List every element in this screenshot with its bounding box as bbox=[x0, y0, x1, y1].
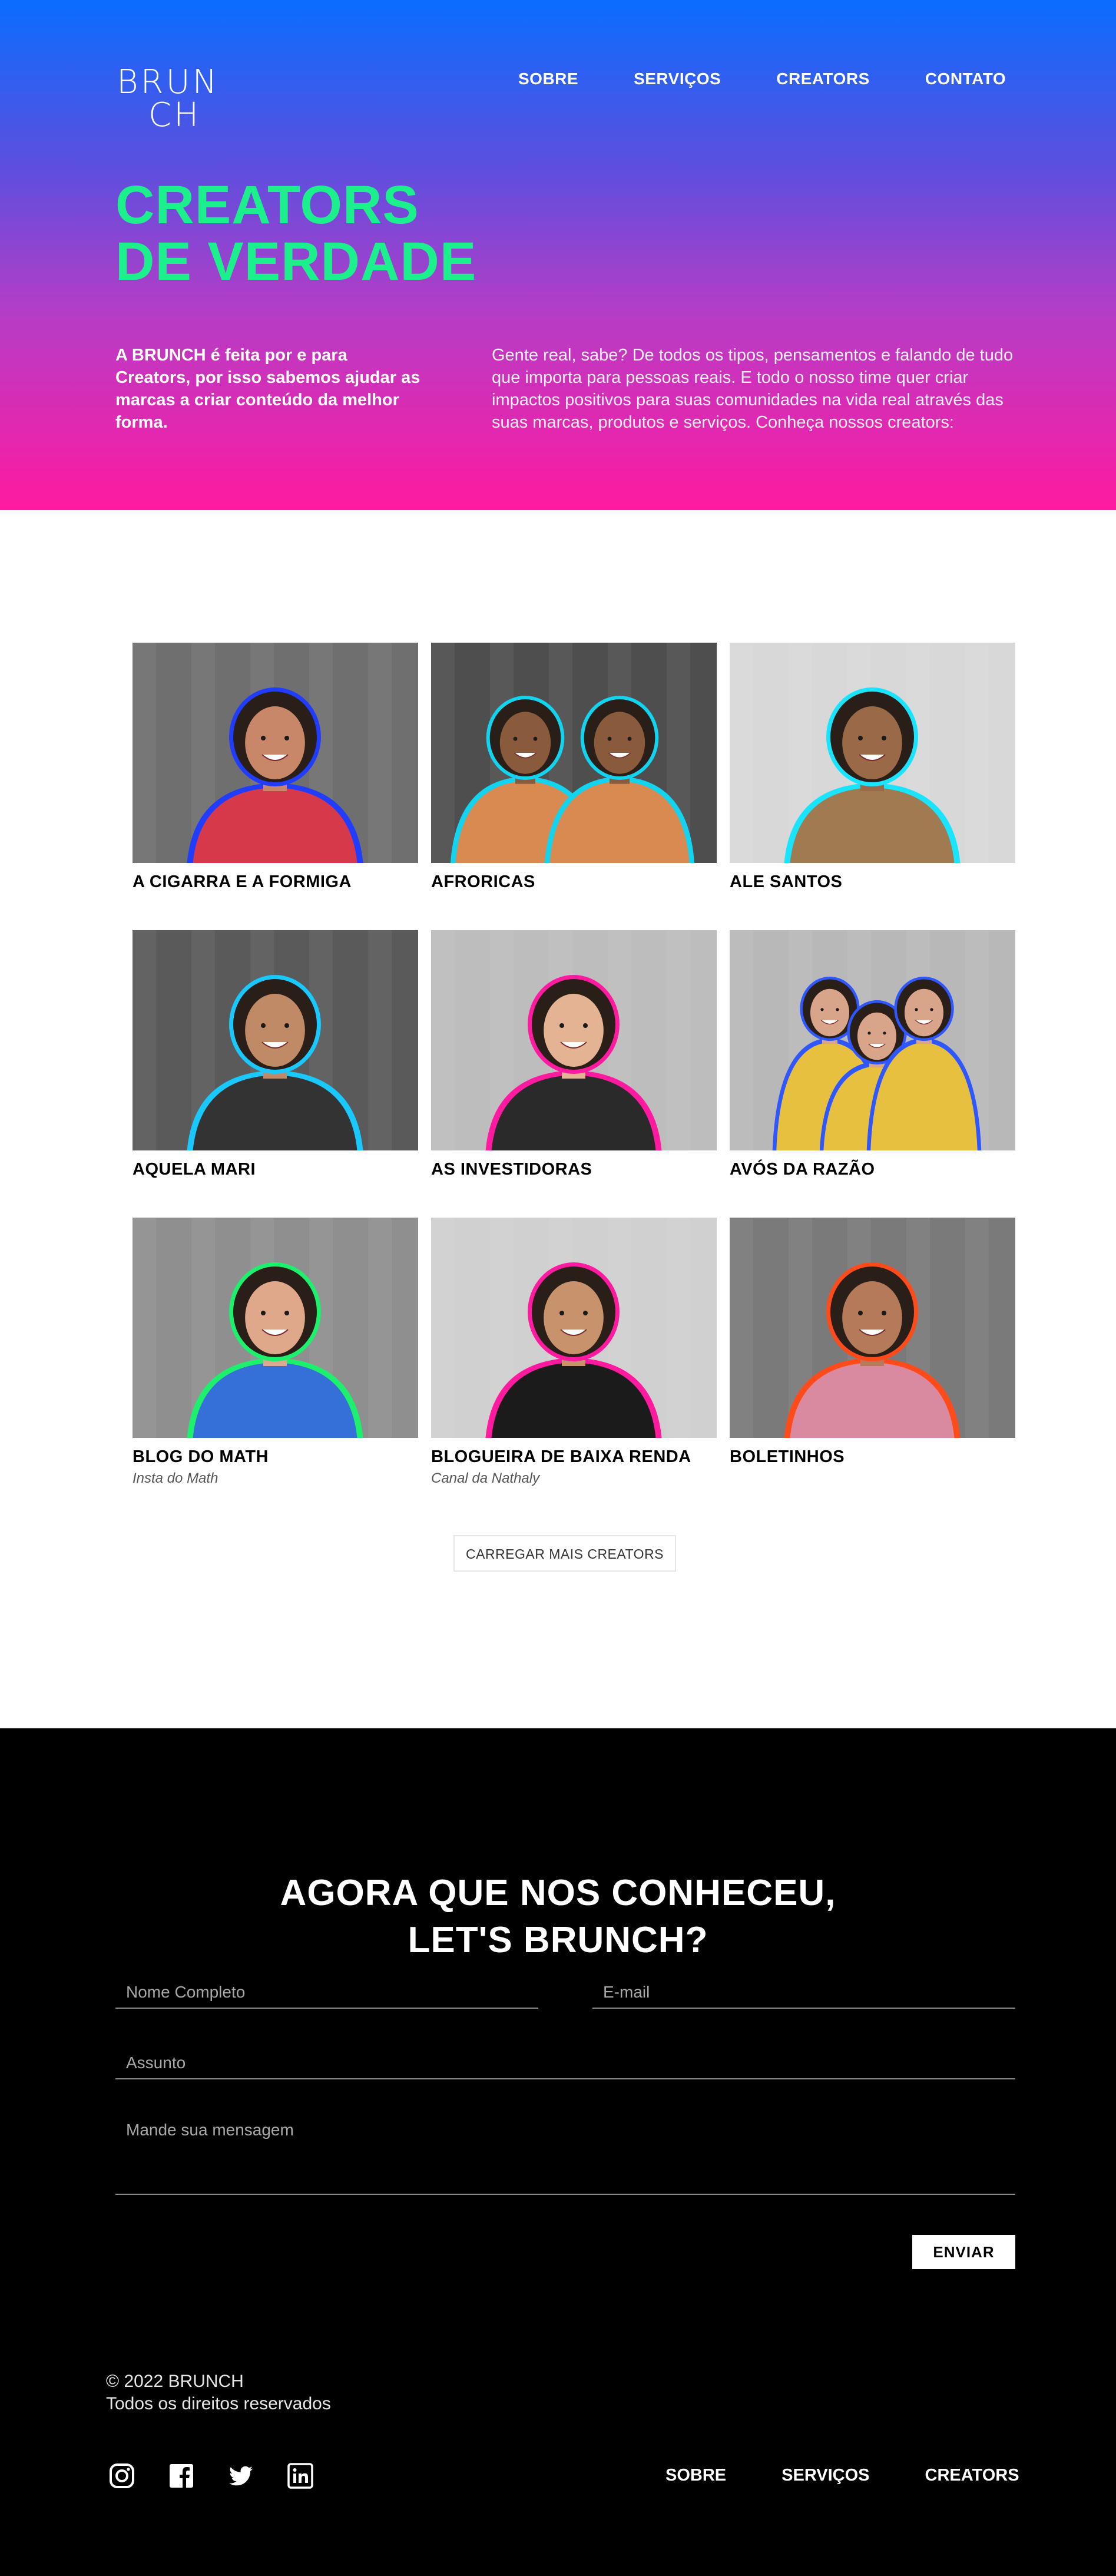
nav-link-creators[interactable]: CREATORS bbox=[776, 70, 870, 88]
nav-link-servicos[interactable]: SERVIÇOS bbox=[634, 70, 721, 88]
creator-card[interactable]: ALE SANTOS bbox=[730, 643, 1015, 930]
creator-photo[interactable] bbox=[133, 643, 418, 863]
footer-link-sobre[interactable]: SOBRE bbox=[665, 2466, 726, 2485]
creator-photo-illustration bbox=[730, 643, 1015, 863]
creator-subtitle: Insta do Math bbox=[133, 1470, 218, 1486]
logo-line-1: BRUN bbox=[117, 63, 220, 101]
creator-card[interactable]: BLOG DO MATH Insta do Math bbox=[133, 1218, 418, 1505]
creator-photo-illustration bbox=[431, 643, 717, 863]
creator-name[interactable]: AFRORICAS bbox=[431, 872, 717, 892]
page: BRUN CH SOBRE SERVIÇOS CREATORS CONTATO … bbox=[0, 0, 1116, 2576]
creator-card[interactable]: AQUELA MARI bbox=[133, 930, 418, 1218]
hero-section: BRUN CH SOBRE SERVIÇOS CREATORS CONTATO … bbox=[0, 0, 1116, 510]
creator-name[interactable]: A CIGARRA E A FORMIGA bbox=[133, 872, 418, 892]
creator-card[interactable]: AS INVESTIDORAS bbox=[431, 930, 717, 1218]
message-field[interactable] bbox=[115, 2121, 1015, 2195]
creator-photo[interactable] bbox=[133, 1218, 418, 1438]
creator-card[interactable]: BLOGUEIRA DE BAIXA RENDA Canal da Nathal… bbox=[431, 1218, 717, 1505]
creator-card[interactable]: BOLETINHOS bbox=[730, 1218, 1015, 1505]
creator-photo[interactable] bbox=[431, 643, 717, 863]
contact-title-line-2: LET'S BRUNCH? bbox=[408, 1920, 708, 1960]
footer-navigation: SOBRE SERVIÇOS CREATORS bbox=[665, 2466, 1019, 2485]
footer-link-servicos[interactable]: SERVIÇOS bbox=[781, 2466, 869, 2485]
name-field[interactable] bbox=[115, 1982, 538, 2009]
facebook-icon[interactable] bbox=[168, 2462, 195, 2489]
creator-photo-illustration bbox=[431, 930, 717, 1150]
creator-subtitle: Canal da Nathaly bbox=[431, 1470, 540, 1486]
hero-intro-text: A BRUNCH é feita por e para Creators, po… bbox=[115, 346, 420, 432]
top-navigation: SOBRE SERVIÇOS CREATORS CONTATO bbox=[518, 70, 1006, 88]
creator-photo[interactable] bbox=[730, 643, 1015, 863]
creator-photo-illustration bbox=[133, 643, 418, 863]
logo-line-2: CH bbox=[148, 96, 201, 134]
subject-field[interactable] bbox=[115, 2052, 1015, 2079]
instagram-icon[interactable] bbox=[108, 2462, 135, 2489]
creator-photo[interactable] bbox=[431, 930, 717, 1150]
contact-title: AGORA QUE NOS CONHECEU, LET'S BRUNCH? bbox=[0, 1870, 1116, 1964]
email-field[interactable] bbox=[592, 1982, 1015, 2009]
creator-photo-illustration bbox=[133, 930, 418, 1150]
social-links bbox=[108, 2462, 314, 2489]
creator-photo[interactable] bbox=[133, 930, 418, 1150]
page-title: CREATORS DE VERDADE bbox=[115, 177, 476, 290]
twitter-icon[interactable] bbox=[227, 2462, 254, 2489]
nav-link-sobre[interactable]: SOBRE bbox=[518, 70, 578, 88]
creator-name[interactable]: BLOGUEIRA DE BAIXA RENDA bbox=[431, 1447, 717, 1467]
creator-name[interactable]: ALE SANTOS bbox=[730, 872, 1015, 892]
creator-name[interactable]: AVÓS DA RAZÃO bbox=[730, 1160, 1015, 1179]
creator-photo-illustration bbox=[730, 930, 1015, 1150]
footer-link-creators[interactable]: CREATORS bbox=[925, 2466, 1019, 2485]
creator-name[interactable]: AQUELA MARI bbox=[133, 1160, 418, 1179]
copyright-line-1: © 2022 BRUNCH bbox=[106, 2372, 244, 2391]
creator-card[interactable]: A CIGARRA E A FORMIGA bbox=[133, 643, 418, 930]
creator-name[interactable]: BLOG DO MATH bbox=[133, 1447, 418, 1467]
send-button[interactable]: ENVIAR bbox=[912, 2235, 1015, 2269]
creator-photo[interactable] bbox=[730, 1218, 1015, 1438]
linkedin-icon[interactable] bbox=[287, 2462, 314, 2489]
page-title-line-2: DE VERDADE bbox=[115, 232, 477, 292]
creator-photo-illustration bbox=[730, 1218, 1015, 1438]
nav-link-contato[interactable]: CONTATO bbox=[925, 70, 1006, 88]
creator-photo[interactable] bbox=[431, 1218, 717, 1438]
brunch-logo[interactable]: BRUN CH bbox=[117, 66, 229, 132]
creators-section: A CIGARRA E A FORMIGA AFRORICAS ALE SANT… bbox=[0, 510, 1116, 1728]
contact-title-line-1: AGORA QUE NOS CONHECEU, bbox=[280, 1873, 836, 1913]
copyright: © 2022 BRUNCH Todos os direitos reservad… bbox=[106, 2370, 331, 2415]
creator-card[interactable]: AVÓS DA RAZÃO bbox=[730, 930, 1015, 1218]
creator-photo[interactable] bbox=[730, 930, 1015, 1150]
copyright-line-2: Todos os direitos reservados bbox=[106, 2394, 331, 2413]
page-title-line-1: CREATORS bbox=[115, 175, 419, 235]
creator-card[interactable]: AFRORICAS bbox=[431, 643, 717, 930]
hero-description: Gente real, sabe? De todos os tipos, pen… bbox=[492, 346, 1014, 432]
load-more-button[interactable]: CARREGAR MAIS CREATORS bbox=[453, 1535, 676, 1572]
creator-photo-illustration bbox=[133, 1218, 418, 1438]
creator-photo-illustration bbox=[431, 1218, 717, 1438]
creator-name[interactable]: AS INVESTIDORAS bbox=[431, 1160, 717, 1179]
creator-name[interactable]: BOLETINHOS bbox=[730, 1447, 1015, 1467]
creators-grid: A CIGARRA E A FORMIGA AFRORICAS ALE SANT… bbox=[133, 643, 1016, 1505]
